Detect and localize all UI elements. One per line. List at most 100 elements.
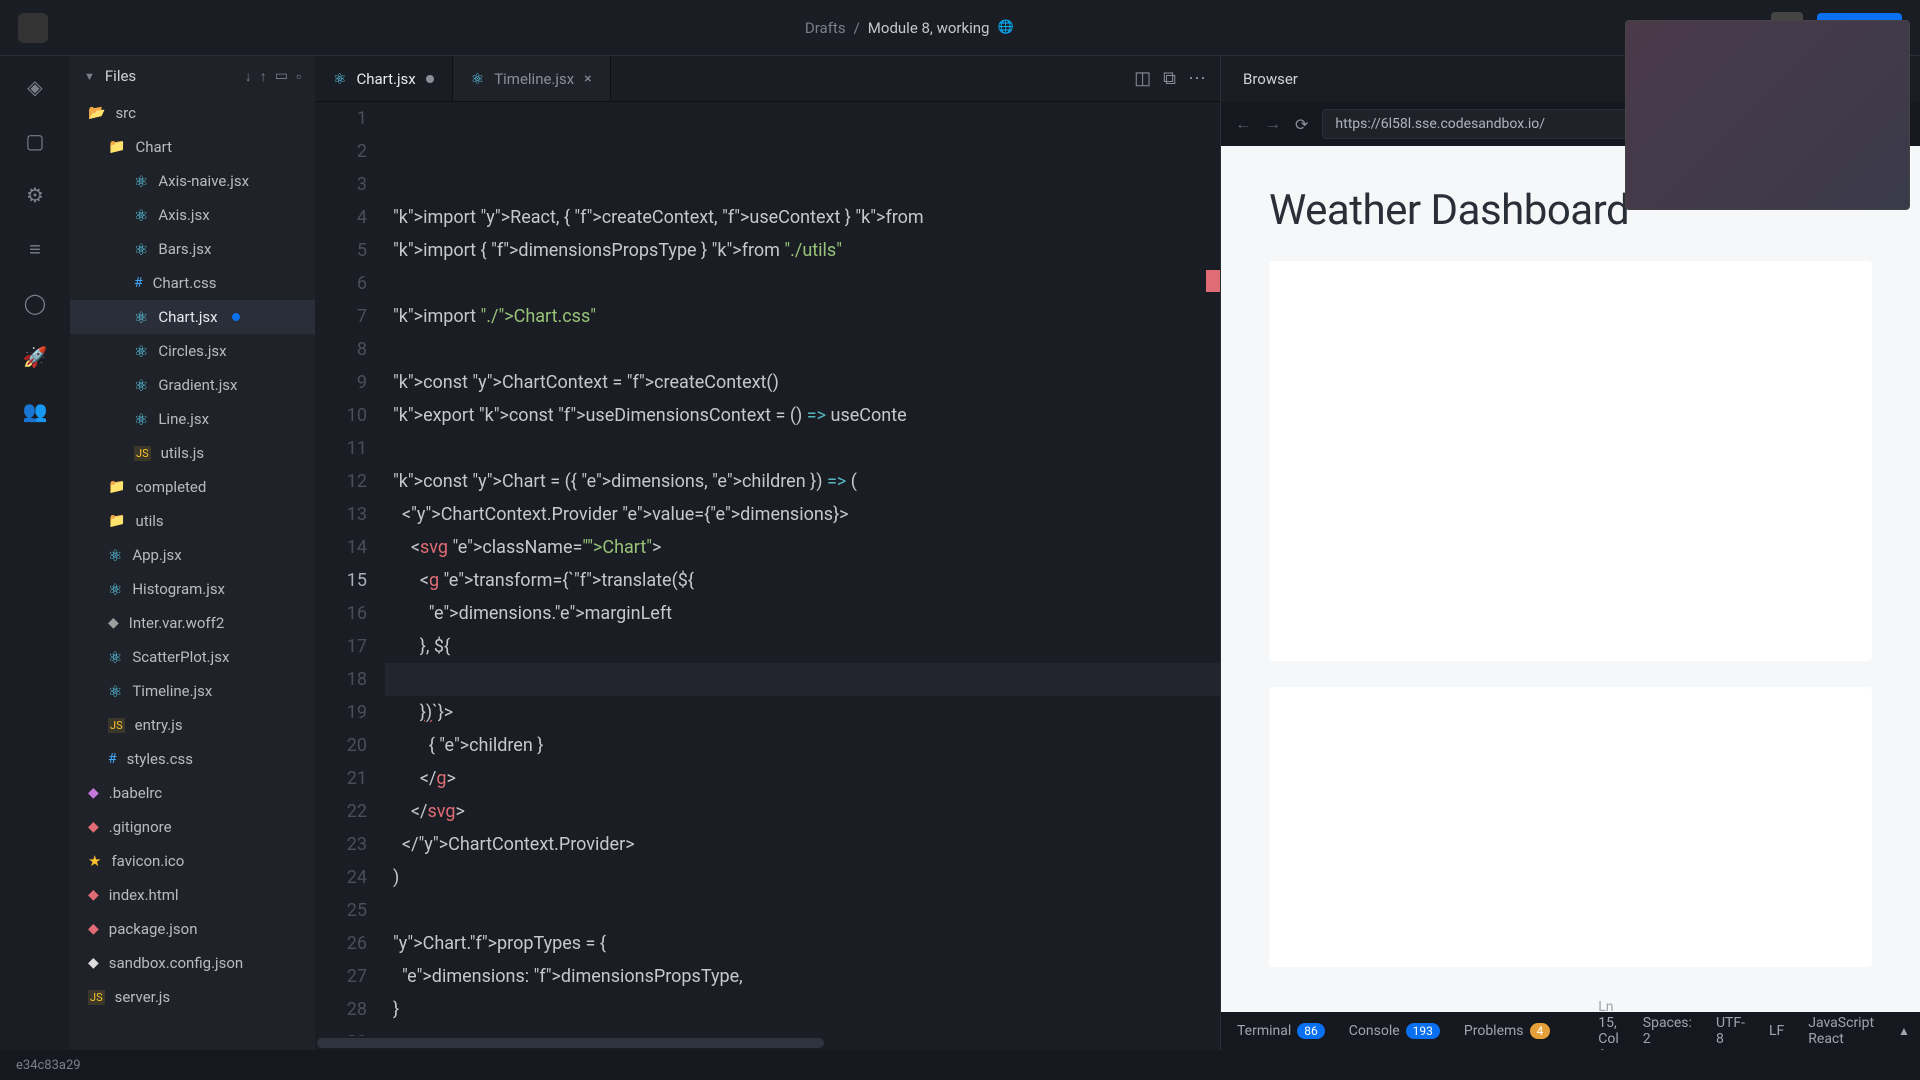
editor-tabs: ⚛ Chart.jsx ⚛ Timeline.jsx × ◫ ⧉ ⋯ xyxy=(315,56,1220,102)
react-icon: ⚛ xyxy=(108,546,122,565)
more-icon[interactable]: ⋯ xyxy=(1188,68,1206,89)
react-icon: ⚛ xyxy=(108,580,122,599)
file-name: package.json xyxy=(109,920,198,938)
file-package-json[interactable]: ◆ package.json xyxy=(70,912,315,946)
status-lncol[interactable]: Ln 15, Col 1 xyxy=(1598,999,1619,1050)
file-chart[interactable]: 📁Chart xyxy=(70,130,315,164)
file-utils[interactable]: 📁utils xyxy=(70,504,315,538)
browser-tab[interactable]: Browser xyxy=(1221,56,1320,102)
folds-icon: 📂 xyxy=(88,105,105,121)
file-gradient-jsx[interactable]: ⚛Gradient.jsx xyxy=(70,368,315,402)
horizontal-scrollbar[interactable] xyxy=(315,1036,1220,1050)
file-name: sandbox.config.json xyxy=(109,954,243,972)
react-icon: ⚛ xyxy=(134,410,148,429)
file-tree: 📂src📁Chart⚛Axis-naive.jsx ⚛ Axis.jsx ⚛Bars.… xyxy=(70,96,315,1050)
file-server-js[interactable]: JSserver.js xyxy=(70,980,315,1014)
file-favicon-ico[interactable]: ★favicon.ico xyxy=(70,844,315,878)
file-entry-js[interactable]: JSentry.js xyxy=(70,708,315,742)
breadcrumb: Drafts / Module 8, working 🌐 xyxy=(805,19,1014,37)
file-bars-jsx[interactable]: ⚛Bars.jsx xyxy=(70,232,315,266)
file-icon[interactable]: ▢ xyxy=(22,128,48,154)
react-icon: ⚛ xyxy=(134,342,148,361)
new-folder-icon[interactable]: ▭ xyxy=(275,68,288,85)
file-index-html[interactable]: ◆index.html xyxy=(70,878,315,912)
github-icon[interactable]: ◯ xyxy=(22,290,48,316)
file-name: .gitignore xyxy=(109,818,172,836)
file-sandbox-config-json[interactable]: ◆ sandbox.config.json xyxy=(70,946,315,980)
cfg-icon: ◆ xyxy=(88,819,99,835)
file-explorer: ▼ Files ↓ ↑ ▭ ▫ 📂src📁Chart⚛Axis-naive.js… xyxy=(70,56,315,1050)
file-timeline-jsx[interactable]: ⚛Timeline.jsx xyxy=(70,674,315,708)
cube-icon[interactable]: ◈ xyxy=(22,74,48,100)
refresh-icon[interactable]: ⟳ xyxy=(1295,115,1308,134)
file--gitignore[interactable]: ◆ .gitignore xyxy=(70,810,315,844)
file-app-jsx[interactable]: ⚛App.jsx xyxy=(70,538,315,572)
status-lang[interactable]: JavaScript React xyxy=(1808,1015,1874,1047)
react-icon: ⚛ xyxy=(108,682,122,701)
file-name: Inter.var.woff2 xyxy=(129,614,225,632)
console-tab[interactable]: Console193 xyxy=(1349,1023,1440,1039)
tab-label: Chart.jsx xyxy=(356,70,415,88)
terminal-tab[interactable]: Terminal86 xyxy=(1237,1023,1325,1039)
split-vertical-icon[interactable]: ⧉ xyxy=(1163,68,1176,89)
dev-panel-tabs: Terminal86 Console193 Problems4 Ln 15, C… xyxy=(1221,1012,1920,1050)
breadcrumb-drafts[interactable]: Drafts xyxy=(805,19,846,37)
chevron-up-icon[interactable]: ▲ xyxy=(1898,1024,1910,1038)
tab-chart-jsx[interactable]: ⚛ Chart.jsx xyxy=(315,56,453,101)
file-name: index.html xyxy=(109,886,179,904)
file-name: Axis.jsx xyxy=(158,206,209,224)
problems-tab[interactable]: Problems4 xyxy=(1464,1023,1550,1039)
close-icon[interactable]: × xyxy=(584,71,591,87)
file-chart-jsx[interactable]: ⚛Chart.jsx xyxy=(70,300,315,334)
file-name: utils xyxy=(135,512,163,530)
file-styles-css[interactable]: #styles.css xyxy=(70,742,315,776)
app-logo[interactable] xyxy=(18,13,48,43)
react-icon: ⚛ xyxy=(108,648,122,667)
chart-placeholder xyxy=(1269,687,1872,967)
status-spaces[interactable]: Spaces: 2 xyxy=(1643,1015,1692,1047)
cfg-icon: ◆ xyxy=(88,921,99,937)
file-scatterplot-jsx[interactable]: ⚛ScatterPlot.jsx xyxy=(70,640,315,674)
file-axis-jsx[interactable]: ⚛ Axis.jsx xyxy=(70,198,315,232)
file-src[interactable]: 📂src xyxy=(70,96,315,130)
fold-icon: 📁 xyxy=(108,479,125,495)
files-header: Files xyxy=(105,67,136,85)
file-name: Histogram.jsx xyxy=(132,580,225,598)
code-editor[interactable]: 1234567891011121314151617181920212223242… xyxy=(315,102,1220,1036)
css-icon: # xyxy=(108,751,117,767)
file-utils-js[interactable]: JSutils.js xyxy=(70,436,315,470)
react-icon: ⚛ xyxy=(134,206,148,225)
server-icon[interactable]: ≡ xyxy=(22,236,48,262)
rocket-icon[interactable]: 🚀 xyxy=(22,344,48,370)
download-icon[interactable]: ↓ xyxy=(245,68,252,85)
file-axis-naive-jsx[interactable]: ⚛Axis-naive.jsx xyxy=(70,164,315,198)
status-eol[interactable]: LF xyxy=(1769,1023,1784,1039)
live-icon[interactable]: 👥 xyxy=(22,398,48,424)
file-inter-var-woff2[interactable]: ◆Inter.var.woff2 xyxy=(70,606,315,640)
cfg-icon: ◆ xyxy=(88,955,99,971)
react-icon: ⚛ xyxy=(134,240,148,259)
tab-timeline-jsx[interactable]: ⚛ Timeline.jsx × xyxy=(453,56,611,101)
split-horizontal-icon[interactable]: ◫ xyxy=(1134,68,1151,89)
status-encoding[interactable]: UTF-8 xyxy=(1716,1015,1745,1047)
chevron-down-icon[interactable]: ▼ xyxy=(84,70,95,83)
file--babelrc[interactable]: ◆.babelrc xyxy=(70,776,315,810)
new-file-icon[interactable]: ▫ xyxy=(296,68,301,85)
file-name: Chart.css xyxy=(153,274,217,292)
file-line-jsx[interactable]: ⚛Line.jsx xyxy=(70,402,315,436)
file-histogram-jsx[interactable]: ⚛ Histogram.jsx xyxy=(70,572,315,606)
file-circles-jsx[interactable]: ⚛Circles.jsx xyxy=(70,334,315,368)
upload-icon[interactable]: ↑ xyxy=(260,68,267,85)
gear-icon[interactable]: ⚙ xyxy=(22,182,48,208)
fold-icon: 📁 xyxy=(108,139,125,155)
file-name: favicon.ico xyxy=(111,852,184,870)
file-completed[interactable]: 📁 completed xyxy=(70,470,315,504)
forward-icon[interactable]: → xyxy=(1265,114,1281,134)
react-icon: ⚛ xyxy=(471,70,484,88)
browser-tab-label: Browser xyxy=(1243,70,1298,88)
file-name: completed xyxy=(135,478,206,496)
back-icon[interactable]: ← xyxy=(1235,114,1251,134)
breadcrumb-title[interactable]: Module 8, working xyxy=(868,19,990,37)
preview-viewport[interactable]: Weather Dashboard xyxy=(1221,146,1920,1012)
file-chart-css[interactable]: #Chart.css xyxy=(70,266,315,300)
